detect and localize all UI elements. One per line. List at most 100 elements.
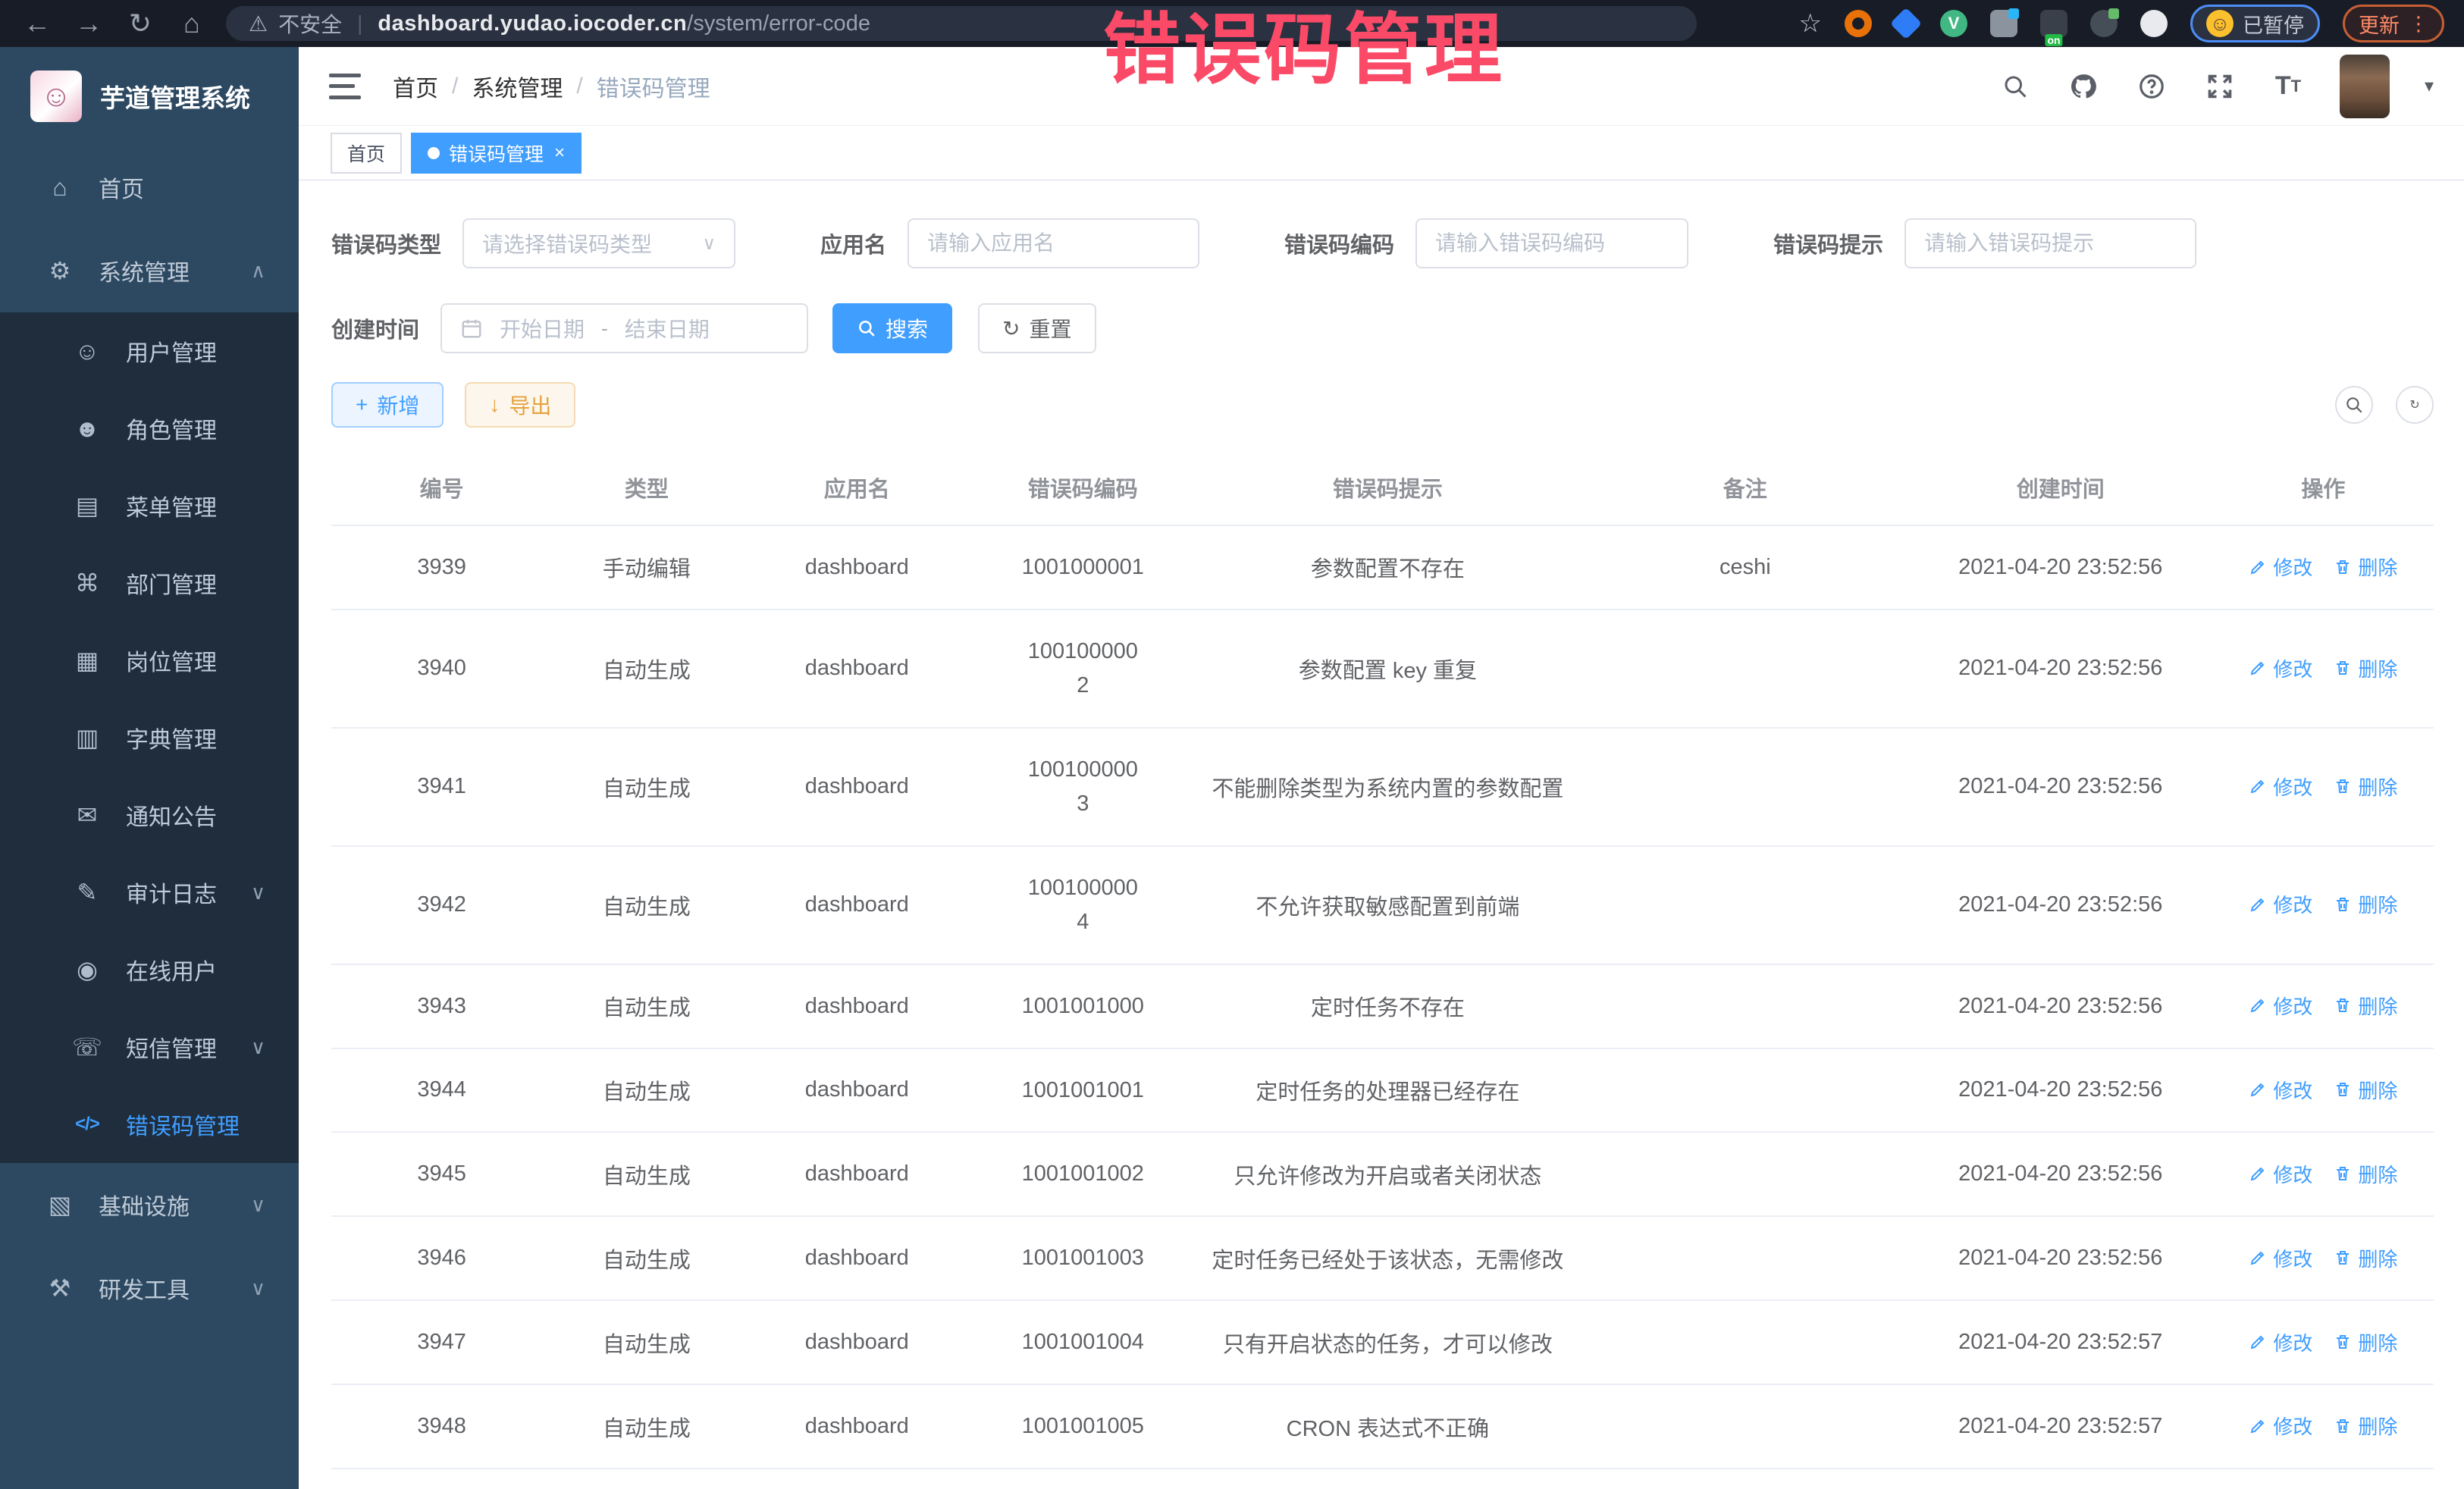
delete-link[interactable]: 删除 xyxy=(2334,654,2397,682)
breadcrumb-home[interactable]: 首页 xyxy=(393,70,438,103)
date-range-picker[interactable]: 开始日期 - 结束日期 xyxy=(440,303,808,353)
edit-link[interactable]: 修改 xyxy=(2249,1076,2312,1104)
sidebar-item-label: 审计日志 xyxy=(126,876,217,909)
filter-msg-label: 错误码提示 xyxy=(1773,227,1883,259)
sidebar-item-label: 角色管理 xyxy=(126,412,217,445)
sidebar-item-字典管理[interactable]: ▥字典管理 xyxy=(0,699,299,776)
error-code-input[interactable] xyxy=(1415,218,1688,268)
sidebar: ☺ 芋道管理系统 ⌂首页⚙系统管理∧☺用户管理☻角色管理▤菜单管理⌘部门管理▦岗… xyxy=(0,47,299,1489)
user-avatar[interactable] xyxy=(2340,55,2390,118)
edit-link[interactable]: 修改 xyxy=(2249,1244,2312,1272)
sidebar-item-审计日志[interactable]: ✎审计日志∨ xyxy=(0,854,299,931)
fullscreen-icon[interactable] xyxy=(2203,70,2237,103)
edit-link[interactable]: 修改 xyxy=(2249,890,2312,918)
sidebar-item-label: 短信管理 xyxy=(126,1030,217,1064)
toggle-search-icon[interactable] xyxy=(2335,386,2373,424)
sidebar-item-角色管理[interactable]: ☻角色管理 xyxy=(0,390,299,467)
error-msg-input[interactable] xyxy=(1904,218,2196,268)
sidebar-item-菜单管理[interactable]: ▤菜单管理 xyxy=(0,467,299,544)
cell-type: 自动生成 xyxy=(552,1132,741,1216)
app-name-input[interactable] xyxy=(908,218,1199,268)
tab-error-code[interactable]: 错误码管理 × xyxy=(411,133,582,174)
breadcrumb-system[interactable]: 系统管理 xyxy=(472,70,563,103)
delete-link[interactable]: 删除 xyxy=(2334,773,2397,801)
sidebar-item-部门管理[interactable]: ⌘部门管理 xyxy=(0,544,299,622)
edit-link[interactable]: 修改 xyxy=(2249,553,2312,581)
sidebar-item-首页[interactable]: ⌂首页 xyxy=(0,146,299,229)
home-icon: ⌂ xyxy=(42,174,77,202)
filter-code: 错误码编码 xyxy=(1284,218,1688,268)
browser-profile-chip[interactable]: ☺ 已暂停 xyxy=(2190,5,2320,42)
tab-home[interactable]: 首页 xyxy=(331,133,402,174)
browser-update-chip[interactable]: 更新 ⋮ xyxy=(2343,5,2444,42)
sidebar-item-label: 部门管理 xyxy=(126,566,217,600)
sidebar-item-错误码管理[interactable]: </>错误码管理 xyxy=(0,1086,299,1163)
error-type-select[interactable]: 请选择错误码类型 ∨ xyxy=(462,218,735,268)
search-button[interactable]: 搜索 xyxy=(832,303,952,353)
edit-link[interactable]: 修改 xyxy=(2249,654,2312,682)
sidebar-logo[interactable]: ☺ 芋道管理系统 xyxy=(0,47,299,146)
page-content: 错误码类型 请选择错误码类型 ∨ 应用名 错误码编码 错误码提示 xyxy=(299,180,2464,1489)
edit-link[interactable]: 修改 xyxy=(2249,1412,2312,1440)
edit-link[interactable]: 修改 xyxy=(2249,992,2312,1020)
font-size-icon[interactable]: TT xyxy=(2271,70,2305,103)
extension-orange-ring-icon[interactable] xyxy=(1845,10,1872,37)
forward-icon[interactable]: → xyxy=(71,0,106,47)
edit-link[interactable]: 修改 xyxy=(2249,1160,2312,1188)
delete-link[interactable]: 删除 xyxy=(2334,992,2397,1020)
back-icon[interactable]: ← xyxy=(20,0,55,47)
reload-icon[interactable]: ↻ xyxy=(123,0,158,47)
delete-link[interactable]: 删除 xyxy=(2334,1412,2397,1440)
cell-id: 3944 xyxy=(331,1049,552,1133)
cell-remark xyxy=(1582,1132,1908,1216)
sidebar-item-label: 研发工具 xyxy=(99,1271,190,1305)
extensions-puzzle-icon[interactable] xyxy=(2140,10,2168,37)
search-icon[interactable] xyxy=(1998,70,2032,103)
delete-link[interactable]: 删除 xyxy=(2334,1160,2397,1188)
extension-key-icon[interactable] xyxy=(2090,10,2118,37)
cell-code: 1001000001 xyxy=(973,525,1193,610)
help-icon[interactable] xyxy=(2135,70,2168,103)
delete-link[interactable]: 删除 xyxy=(2334,1244,2397,1272)
sidebar-item-岗位管理[interactable]: ▦岗位管理 xyxy=(0,622,299,699)
export-button[interactable]: ↓ 导出 xyxy=(465,382,575,428)
edit-link[interactable]: 修改 xyxy=(2249,1328,2312,1356)
sidebar-item-基础设施[interactable]: ▧基础设施∨ xyxy=(0,1163,299,1246)
add-button[interactable]: + 新增 xyxy=(331,382,444,428)
cell-type: 自动生成 xyxy=(552,1049,741,1133)
reset-button[interactable]: ↻ 重置 xyxy=(978,303,1096,353)
delete-link[interactable]: 删除 xyxy=(2334,553,2397,581)
table-row: 3943自动生成dashboard1001001000定时任务不存在2021-0… xyxy=(331,964,2434,1049)
extension-proxy-on-icon[interactable]: on xyxy=(2040,10,2067,37)
hamburger-icon[interactable] xyxy=(329,74,361,99)
extension-blue-gem-icon[interactable] xyxy=(1890,8,1922,39)
cell-type: 自动生成 xyxy=(552,610,741,728)
filter-msg: 错误码提示 xyxy=(1773,218,2196,268)
cell-code: 100100000 3 xyxy=(973,728,1193,846)
github-icon[interactable] xyxy=(2067,70,2100,103)
refresh-table-icon[interactable]: ↻ xyxy=(2396,386,2434,424)
sidebar-item-用户管理[interactable]: ☺用户管理 xyxy=(0,312,299,390)
edit-link[interactable]: 修改 xyxy=(2249,773,2312,801)
extension-grid-icon[interactable] xyxy=(1990,10,2017,37)
address-bar[interactable]: ⚠ 不安全 | dashboard.yudao.iocoder.cn /syst… xyxy=(226,6,1697,41)
filter-type: 错误码类型 请选择错误码类型 ∨ xyxy=(331,218,735,268)
close-icon[interactable]: × xyxy=(554,143,565,164)
delete-link[interactable]: 删除 xyxy=(2334,890,2397,918)
divider: | xyxy=(357,11,362,36)
extension-vue-devtools-icon[interactable]: V xyxy=(1940,10,1967,37)
delete-link[interactable]: 删除 xyxy=(2334,1076,2397,1104)
kebab-menu-icon[interactable]: ⋮ xyxy=(2409,12,2428,36)
bookmark-star-icon[interactable]: ☆ xyxy=(1799,8,1822,39)
caret-down-icon[interactable]: ▾ xyxy=(2425,75,2434,97)
sidebar-item-在线用户[interactable]: ◉在线用户 xyxy=(0,931,299,1008)
profile-avatar: ☺ xyxy=(2206,10,2234,37)
sidebar-item-研发工具[interactable]: ⚒研发工具∨ xyxy=(0,1246,299,1330)
logo-avatar: ☺ xyxy=(30,71,82,122)
home-browser-icon[interactable]: ⌂ xyxy=(174,0,209,47)
cell-msg: 只允许修改为开启或者关闭状态 xyxy=(1193,1132,1582,1216)
sidebar-item-通知公告[interactable]: ✉通知公告 xyxy=(0,776,299,854)
sidebar-item-系统管理[interactable]: ⚙系统管理∧ xyxy=(0,229,299,312)
delete-link[interactable]: 删除 xyxy=(2334,1328,2397,1356)
sidebar-item-短信管理[interactable]: ☏短信管理∨ xyxy=(0,1008,299,1086)
